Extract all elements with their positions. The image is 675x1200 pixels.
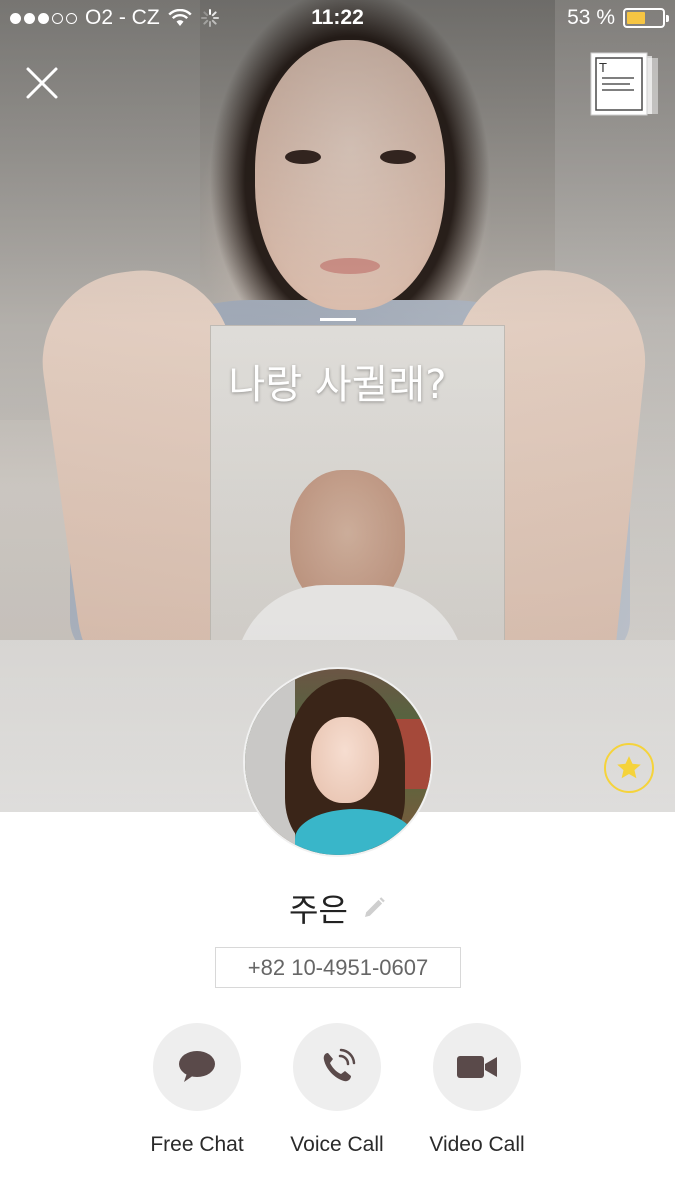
profile-name: 주은 [289, 891, 348, 929]
close-button[interactable] [22, 63, 62, 103]
profile-avatar[interactable] [243, 667, 433, 857]
video-call-label: Video Call [429, 1133, 525, 1156]
story-button[interactable]: T [590, 52, 660, 118]
phone-number-box[interactable]: +82 10-4951-0607 [215, 947, 461, 988]
star-icon [617, 756, 641, 779]
free-chat-button[interactable]: Free Chat [117, 1023, 277, 1157]
profile-status-message[interactable]: 나랑 사귈래? [0, 352, 675, 410]
video-call-button[interactable]: Video Call [397, 1023, 557, 1157]
battery-percent: 53 % [567, 6, 615, 29]
voice-call-circle [293, 1023, 381, 1111]
profile-name-row: 주은 [0, 885, 675, 931]
chat-bubble-icon [179, 1051, 215, 1082]
battery-icon [623, 8, 669, 28]
pencil-icon[interactable] [362, 896, 386, 920]
status-bar: O2 - CZ 11:22 53 % [0, 0, 675, 38]
free-chat-label: Free Chat [150, 1133, 244, 1156]
story-stack-icon: T [590, 52, 658, 116]
svg-text:T: T [599, 60, 607, 75]
avatar-face [311, 717, 379, 803]
video-camera-icon [457, 1056, 497, 1078]
free-chat-circle [153, 1023, 241, 1111]
voice-call-label: Voice Call [290, 1133, 384, 1156]
favorite-button[interactable] [604, 743, 654, 793]
status-message-divider [320, 318, 356, 321]
close-icon [26, 67, 58, 99]
status-bar-right: 53 % [567, 6, 669, 30]
phone-icon [323, 1048, 356, 1082]
voice-call-button[interactable]: Voice Call [257, 1023, 417, 1157]
phone-number: +82 10-4951-0607 [247, 954, 429, 980]
battery-level-fill [627, 12, 646, 24]
video-call-circle [433, 1023, 521, 1111]
